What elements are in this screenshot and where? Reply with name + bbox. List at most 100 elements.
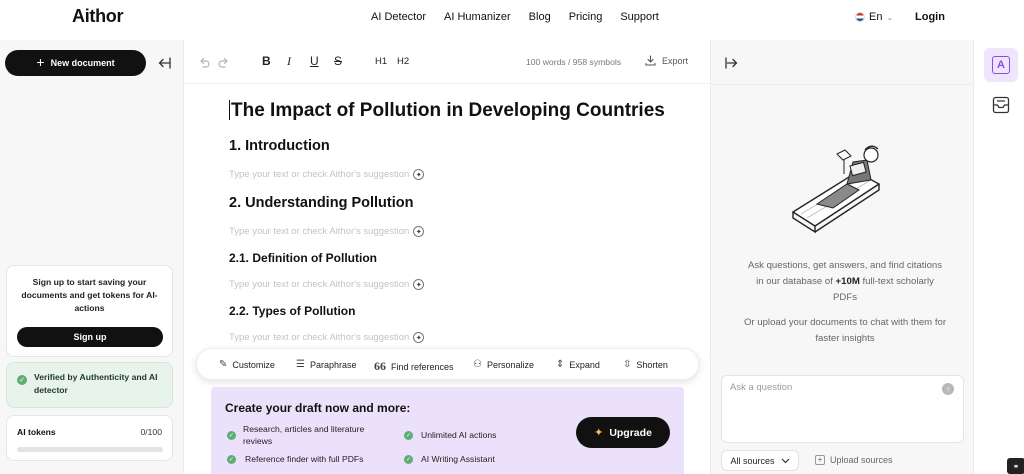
panel-divider bbox=[711, 84, 973, 85]
plus-square-icon: + bbox=[815, 455, 825, 465]
personalize-action[interactable]: ⚇ Personalize bbox=[473, 359, 534, 370]
new-document-label: New document bbox=[50, 58, 115, 68]
ai-suggestion-icon[interactable]: ✦ bbox=[413, 226, 425, 237]
upload-sources-label: Upload sources bbox=[830, 455, 893, 465]
quote-icon: 66 bbox=[374, 359, 386, 373]
language-label: En bbox=[869, 11, 883, 23]
placeholder-text: Type your text or check Aithor's suggest… bbox=[229, 169, 410, 180]
right-tool-rail: A ⚭ bbox=[973, 40, 1024, 474]
customize-action[interactable]: ✎ Customize bbox=[219, 359, 275, 370]
chat-intro-highlight: +10M bbox=[835, 276, 860, 287]
ai-tokens-card: AI tokens 0/100 bbox=[6, 415, 173, 461]
new-document-button[interactable]: + New document bbox=[5, 50, 146, 76]
placeholder-text: Type your text or check Aithor's suggest… bbox=[229, 332, 410, 343]
editor-toolbar: B I U S H1 H2 100 words / 958 symbols Ex… bbox=[184, 40, 711, 84]
lines-icon: ☰ bbox=[296, 359, 305, 370]
reading-person-illustration bbox=[791, 145, 881, 234]
main-nav: AI Detector AI Humanizer Blog Pricing Su… bbox=[371, 11, 659, 23]
expand-label: Expand bbox=[569, 359, 600, 370]
signup-button[interactable]: Sign up bbox=[17, 327, 163, 347]
chevron-down-icon bbox=[781, 458, 789, 463]
check-icon: ✓ bbox=[404, 455, 413, 464]
feature-item: Unlimited AI actions bbox=[421, 430, 497, 440]
heading2-button[interactable]: H2 bbox=[397, 56, 409, 67]
nav-support[interactable]: Support bbox=[620, 11, 659, 23]
verified-text: Verified by Authenticity and AI detector bbox=[34, 372, 158, 395]
ai-tokens-label: AI tokens bbox=[17, 427, 56, 437]
document-title-text: The Impact of Pollution in Developing Co… bbox=[231, 100, 665, 121]
ai-suggestion-icon[interactable]: ✦ bbox=[413, 332, 425, 343]
export-button[interactable]: Export bbox=[645, 55, 688, 66]
sources-dropdown[interactable]: All sources bbox=[721, 450, 799, 471]
text-cursor bbox=[229, 100, 230, 120]
user-edit-icon: ⚇ bbox=[473, 359, 482, 370]
suggestion-placeholder[interactable]: Type your text or check Aithor's suggest… bbox=[229, 169, 425, 180]
feature-item: AI Writing Assistant bbox=[421, 454, 495, 464]
expand-icon: ⇕ bbox=[556, 359, 565, 370]
download-icon bbox=[645, 55, 656, 66]
nav-ai-humanizer[interactable]: AI Humanizer bbox=[444, 11, 511, 23]
feature-item: Reference finder with full PDFs bbox=[245, 454, 364, 464]
nav-blog[interactable]: Blog bbox=[529, 11, 551, 23]
placeholder-text: Type your text or check Aithor's suggest… bbox=[229, 279, 410, 290]
underline-button[interactable]: U bbox=[310, 54, 319, 68]
ai-tokens-value: 0/100 bbox=[140, 427, 162, 437]
check-icon: ✓ bbox=[227, 431, 236, 440]
bold-button[interactable]: B bbox=[262, 54, 271, 68]
italic-button[interactable]: I bbox=[287, 54, 291, 69]
export-label: Export bbox=[662, 55, 689, 66]
shorten-action[interactable]: ⇳ Shorten bbox=[623, 359, 668, 370]
sparkle-icon: ✦ bbox=[594, 427, 604, 439]
document-editor: B I U S H1 H2 100 words / 958 symbols Ex… bbox=[184, 40, 711, 474]
upload-sources-button[interactable]: + Upload sources bbox=[815, 455, 893, 465]
placeholder-text: Type your text or check Aithor's suggest… bbox=[229, 226, 410, 237]
settings-toggle-icon[interactable]: ⚭ bbox=[1007, 458, 1024, 474]
subsection-heading[interactable]: 2.2. Types of Pollution bbox=[229, 304, 355, 318]
nav-ai-detector[interactable]: AI Detector bbox=[371, 11, 426, 23]
left-sidebar: + New document Sign up to start saving y… bbox=[0, 40, 184, 474]
ai-suggestion-icon[interactable]: ✦ bbox=[413, 169, 425, 180]
document-body[interactable]: The Impact of Pollution in Developing Co… bbox=[229, 100, 689, 343]
us-flag-icon bbox=[855, 12, 865, 22]
suggestion-placeholder[interactable]: Type your text or check Aithor's suggest… bbox=[229, 332, 425, 343]
aithor-logo[interactable]: Aithor bbox=[72, 6, 124, 27]
ai-tokens-progress bbox=[17, 447, 163, 452]
suggestion-placeholder[interactable]: Type your text or check Aithor's suggest… bbox=[229, 279, 425, 290]
upgrade-label: Upgrade bbox=[609, 426, 652, 439]
nav-pricing[interactable]: Pricing bbox=[569, 11, 603, 23]
shorten-label: Shorten bbox=[636, 359, 668, 370]
ai-assistant-tab[interactable]: A bbox=[984, 48, 1018, 82]
expand-action[interactable]: ⇕ Expand bbox=[556, 359, 600, 370]
heading1-button[interactable]: H1 bbox=[375, 56, 387, 67]
suggestion-placeholder[interactable]: Type your text or check Aithor's suggest… bbox=[229, 226, 425, 237]
expand-panel-icon[interactable] bbox=[725, 56, 739, 70]
strikethrough-button[interactable]: S bbox=[334, 54, 342, 68]
undo-icon[interactable] bbox=[198, 56, 210, 68]
ai-assistant-icon: A bbox=[992, 56, 1010, 74]
pen-icon: ✎ bbox=[219, 359, 228, 370]
collapse-sidebar-icon[interactable] bbox=[157, 56, 171, 70]
section-heading[interactable]: 2. Understanding Pollution bbox=[229, 195, 413, 211]
upgrade-title: Create your draft now and more: bbox=[225, 401, 411, 415]
login-link[interactable]: Login bbox=[915, 11, 945, 23]
personalize-label: Personalize bbox=[486, 359, 534, 370]
upgrade-button[interactable]: ✦ Upgrade bbox=[576, 417, 670, 448]
subsection-heading[interactable]: 2.1. Definition of Pollution bbox=[229, 251, 377, 265]
verified-badge: ✓ Verified by Authenticity and AI detect… bbox=[6, 362, 173, 408]
ask-question-input[interactable] bbox=[730, 382, 930, 393]
ask-question-box[interactable]: ↑ bbox=[721, 375, 964, 443]
document-title[interactable]: The Impact of Pollution in Developing Co… bbox=[229, 100, 689, 126]
send-arrow-icon[interactable]: ↑ bbox=[942, 383, 954, 395]
document-tray-icon[interactable] bbox=[992, 96, 1010, 114]
section-heading[interactable]: 1. Introduction bbox=[229, 138, 330, 154]
find-references-label: Find references bbox=[391, 361, 454, 372]
paraphrase-action[interactable]: ☰ Paraphrase bbox=[296, 359, 357, 370]
plus-icon: + bbox=[36, 54, 45, 70]
redo-icon[interactable] bbox=[218, 56, 230, 68]
chat-intro: Ask questions, get answers, and find cit… bbox=[743, 258, 947, 306]
signup-card: Sign up to start saving your documents a… bbox=[6, 265, 173, 357]
language-selector[interactable]: En ⌄ bbox=[855, 11, 893, 23]
find-references-action[interactable]: 66 Find references bbox=[374, 359, 454, 374]
ai-suggestion-icon[interactable]: ✦ bbox=[413, 279, 425, 290]
check-icon: ✓ bbox=[227, 455, 236, 464]
